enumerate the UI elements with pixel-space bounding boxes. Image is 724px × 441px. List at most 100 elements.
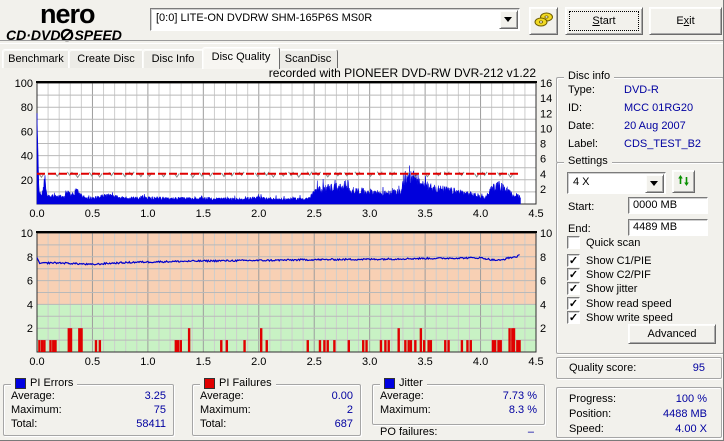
settings-group: Settings 4 X Start: 0000 MB End: 4489 MB… xyxy=(556,155,723,354)
logo-nero-text: nero xyxy=(40,0,96,29)
y2-axis-tick-label: 8 xyxy=(540,139,546,151)
y2-axis-tick-label: 2 xyxy=(540,323,546,335)
refresh-button[interactable] xyxy=(672,170,695,193)
pi-failure-bar xyxy=(414,340,417,352)
stat-value: 0.00 xyxy=(331,390,353,402)
pi-failure-bar xyxy=(40,340,44,352)
stat-value: 3.25 xyxy=(144,390,166,402)
pi-failure-bar xyxy=(94,340,98,352)
end-position-input[interactable]: 4489 MB xyxy=(628,219,708,236)
stat-label: Average: xyxy=(200,390,244,402)
scan-speed-select[interactable]: 4 X xyxy=(567,172,666,194)
pi-failure-bar xyxy=(429,340,433,352)
stat-row: Maximum: 2 xyxy=(193,403,360,417)
checked-checkbox-icon: ✓ xyxy=(567,311,580,324)
pi-failure-bar xyxy=(409,340,413,352)
pi-failures-group-title: PI Failures xyxy=(200,377,276,389)
checkbox-show-write-speed[interactable]: ✓ Show write speed xyxy=(567,311,673,324)
x-axis-tick-label: 0.0 xyxy=(29,356,44,368)
start-button-label: Start xyxy=(569,11,639,31)
x-axis-tick-label: 2.5 xyxy=(307,356,322,368)
pi-failure-bar xyxy=(362,340,365,352)
pi-failure-bar xyxy=(225,340,229,352)
scan-speed-arrow-button[interactable] xyxy=(645,174,664,193)
x-axis-tick-label: 4.5 xyxy=(528,208,543,220)
y-axis-tick-label: 10 xyxy=(21,228,33,240)
disc-info-group-title: Disc info xyxy=(564,70,615,82)
refresh-arrows-icon xyxy=(678,174,689,186)
checkbox-show-read-speed[interactable]: ✓ Show read speed xyxy=(567,297,672,310)
x-axis-tick-label: 3.5 xyxy=(417,356,432,368)
checkbox-label: Show C2/PIF xyxy=(586,268,651,281)
pi-failure-bar xyxy=(518,340,521,352)
tab-disc-quality[interactable]: Disc Quality xyxy=(202,47,280,69)
pi-failure-bar xyxy=(54,340,57,352)
stat-value: 100 % xyxy=(675,393,707,405)
checkbox-quick-scan[interactable]: Quick scan xyxy=(567,236,640,249)
app-window: nero CD·DVD SPEED [0:0] LITE-ON DVDRW SH… xyxy=(0,0,724,441)
stat-value: 2 xyxy=(346,404,353,416)
y2-axis-tick-label: 10 xyxy=(540,228,552,240)
exit-button-label: Exit xyxy=(676,15,695,27)
stat-label: Maximum: xyxy=(11,404,62,416)
pi-failure-bar xyxy=(466,340,469,352)
stat-value: 75 xyxy=(153,404,166,416)
checkbox-show-c2-pif[interactable]: ✓ Show C2/PIF xyxy=(567,268,651,281)
stat-value: 58411 xyxy=(136,418,166,430)
y2-axis-tick-label: 6 xyxy=(540,276,546,288)
jitter-group: Jitter Average: 7.73 % Maximum: 8.3 % xyxy=(372,377,545,425)
stat-label: Total: xyxy=(11,418,38,430)
checkbox-label: Show write speed xyxy=(586,311,673,324)
y-axis-tick-label: 6 xyxy=(27,276,33,288)
drive-select-arrow-button[interactable] xyxy=(499,10,518,29)
pi-failure-bar xyxy=(98,340,102,352)
scan-speed-value: 4 X xyxy=(573,176,590,188)
y-axis-tick-label: 8 xyxy=(27,252,33,264)
pi-failures-group-label: PI Failures xyxy=(219,377,272,389)
pi-failures-group: PI Failures Average: 0.00 Maximum: 2 Total: 6… xyxy=(192,377,361,436)
checkbox-show-c1-pie[interactable]: ✓ Show C1/PIE xyxy=(567,254,651,267)
y2-axis-tick-label: 6 xyxy=(540,154,546,166)
checked-checkbox-icon: ✓ xyxy=(567,297,580,310)
pi-errors-group-label: PI Errors xyxy=(30,377,74,389)
advanced-button[interactable]: Advanced xyxy=(628,324,716,344)
pi-failure-bar xyxy=(187,328,191,352)
exit-button[interactable]: Exit xyxy=(649,7,722,35)
eject-disc-button[interactable] xyxy=(529,7,558,35)
pi-failure-bar xyxy=(179,340,183,352)
advanced-button-label: Advanced xyxy=(647,328,697,340)
pi-failure-bar xyxy=(493,340,497,352)
checkbox-label: Show C1/PIE xyxy=(586,254,652,267)
pi-failure-bar xyxy=(326,340,329,352)
start-button[interactable]: Start xyxy=(565,7,643,35)
stat-row: Maximum: 75 xyxy=(4,403,173,417)
pi-failure-bar xyxy=(499,340,502,352)
disc-info-field-value: DVD-R xyxy=(624,84,659,96)
chart-title: recorded with PIONEER DVD-RW DVR-212 v1.… xyxy=(269,66,537,80)
x-axis-tick-label: 0.5 xyxy=(85,356,100,368)
y2-axis-tick-label: 14 xyxy=(540,93,552,105)
checked-checkbox-icon: ✓ xyxy=(567,254,580,267)
stat-row: Progress: 100 % xyxy=(557,392,721,407)
disc-info-field-label: ID: xyxy=(568,102,583,114)
checkbox-show-jitter[interactable]: ✓ Show jitter xyxy=(567,282,637,295)
drive-select[interactable]: [0:0] LITE-ON DVDRW SHM-165P6S MS0R xyxy=(150,8,520,31)
drive-select-value: [0:0] LITE-ON DVDRW SHM-165P6S MS0R xyxy=(156,12,373,24)
y-axis-tick-label: 20 xyxy=(21,175,33,187)
start-position-input[interactable]: 0000 MB xyxy=(628,197,708,214)
disc-info-group: Disc info Type: DVD-R ID: MCC 01RG20 Date: 20… xyxy=(556,70,723,163)
jitter-pif-chart: 10 8 6 4 2 10 8 6 4 2 0.0 0.5 1.0 1.5 2.0 2.5 3.0 3.5 4.0 4… xyxy=(21,228,553,368)
disc-info-field-label: Date: xyxy=(568,120,595,132)
pi-failure-bar xyxy=(49,340,52,352)
x-axis-tick-label: 0.5 xyxy=(85,208,100,220)
y-axis-tick-label: 100 xyxy=(15,78,33,90)
nero-logo: nero CD·DVD SPEED xyxy=(6,0,138,44)
pi-failure-bar xyxy=(220,340,223,352)
x-axis-tick-label: 4.0 xyxy=(473,356,488,368)
stat-value: 8.3 % xyxy=(508,404,537,416)
pi-failure-bar xyxy=(379,340,383,352)
pi-failure-bar xyxy=(404,340,407,352)
disc-info-group-label: Disc info xyxy=(568,70,611,82)
stat-value: 4488 MB xyxy=(662,408,707,420)
x-axis-tick-label: 1.0 xyxy=(140,356,155,368)
